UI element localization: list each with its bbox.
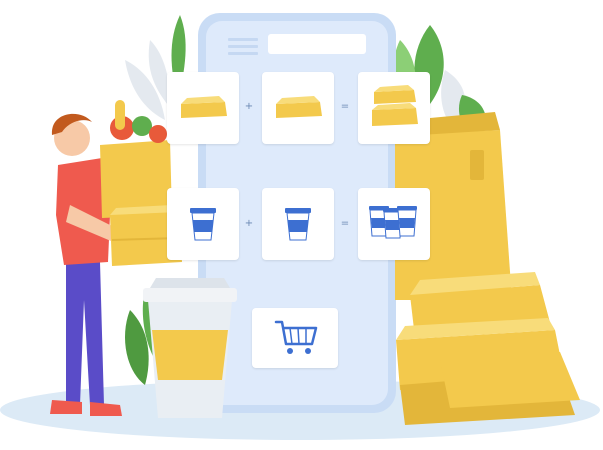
food-box-card-1[interactable] xyxy=(167,72,239,144)
food-box-icon xyxy=(181,96,227,118)
shopping-cart-button[interactable] xyxy=(252,308,338,368)
drink-cups-stack-icon xyxy=(369,206,417,239)
plus-icon: + xyxy=(244,218,254,229)
drink-card-1[interactable] xyxy=(167,188,239,260)
shopping-cart-icon xyxy=(274,320,318,354)
search-bar[interactable] xyxy=(268,34,366,54)
equals-icon: = xyxy=(340,101,350,112)
hamburger-menu-icon[interactable] xyxy=(228,38,258,56)
food-box-icon xyxy=(276,96,322,118)
food-box-card-2[interactable] xyxy=(262,72,334,144)
phone-screen-ui: + = + = xyxy=(0,0,603,450)
food-box-result-card[interactable] xyxy=(358,72,430,144)
plus-icon: + xyxy=(244,101,254,112)
equals-icon: = xyxy=(340,218,350,229)
drink-cup-icon xyxy=(285,208,311,241)
drink-card-2[interactable] xyxy=(262,188,334,260)
food-box-stack-icon xyxy=(372,85,418,126)
drink-result-card[interactable] xyxy=(358,188,430,260)
drink-cup-icon xyxy=(190,208,216,241)
